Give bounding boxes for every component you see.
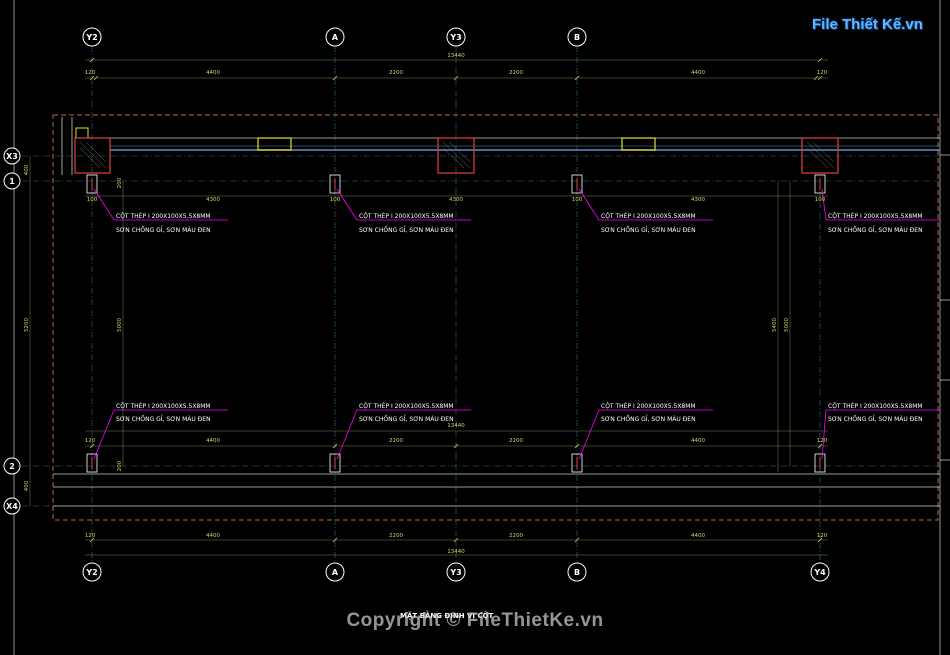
- note-line: SƠN CHỐNG GỈ, SƠN MÀU ĐEN: [828, 226, 923, 234]
- dimension-text: 4400: [206, 438, 220, 444]
- dimension-text: 5400: [772, 318, 778, 332]
- axis-label: B: [574, 568, 580, 577]
- dimension-text: 13440: [447, 549, 465, 555]
- site-logo: File Thiết Kế.vn: [808, 12, 938, 46]
- inner-dimensions: 4300 4300 4300 100 100 100 100: [87, 197, 826, 203]
- note-line: SƠN CHỐNG GỈ, SƠN MÀU ĐEN: [601, 226, 696, 234]
- dimension-text: 120: [85, 438, 96, 444]
- dimension-text: 5000: [784, 318, 790, 332]
- dimension-text: 100: [572, 197, 583, 203]
- dimension-text: 5200: [24, 318, 30, 332]
- axis-label: 1: [9, 177, 15, 186]
- logo-text: File Thiết Kế.vn: [812, 16, 923, 33]
- axis-label: A: [332, 568, 339, 577]
- axis-label: 2: [9, 462, 15, 471]
- dimension-text: 2200: [389, 533, 403, 539]
- dimension-text: 4300: [206, 197, 220, 203]
- dimension-text: 4400: [691, 533, 705, 539]
- axis-label: Y3: [449, 33, 461, 42]
- axis-label: Y3: [449, 568, 461, 577]
- top-axis-markers: Y2 A Y3 B: [82, 27, 587, 47]
- note-line: SƠN CHỐNG GỈ, SƠN MÀU ĐEN: [116, 226, 211, 234]
- window-mark: [257, 137, 292, 151]
- dimension-text: 120: [85, 533, 96, 539]
- dimension-text: 120: [817, 438, 828, 444]
- dimension-text: 13440: [447, 423, 465, 429]
- axis-label: Y4: [813, 568, 826, 577]
- axis-label: Y2: [85, 568, 97, 577]
- axis-label: X4: [6, 502, 18, 511]
- dimension-text: 4300: [691, 197, 705, 203]
- note-line: SƠN CHỐNG GỈ, SƠN MÀU ĐEN: [601, 415, 696, 423]
- dimension-text: 120: [817, 533, 828, 539]
- note-line: CỘT THÉP I 200X100X5.5X8MM: [601, 212, 696, 220]
- dimension-text: 2200: [509, 70, 523, 76]
- note-line: SƠN CHỐNG GỈ, SƠN MÀU ĐEN: [116, 415, 211, 423]
- note-line: CỘT THÉP I 200X100X5.5X8MM: [116, 402, 211, 410]
- dimension-text: 100: [815, 197, 826, 203]
- rc-column: [74, 137, 111, 174]
- dimension-text: 120: [85, 70, 96, 76]
- dimension-text: 5000: [117, 318, 123, 332]
- top-wall: [61, 117, 940, 175]
- plot-boundary: [52, 114, 939, 521]
- column-notes: CỘT THÉP I 200X100X5.5X8MM SƠN CHỐNG GỈ,…: [116, 212, 923, 423]
- dimension-text: 2200: [389, 438, 403, 444]
- axis-label: Y2: [85, 33, 97, 42]
- dimension-text: 2200: [389, 70, 403, 76]
- dimension-text: 4400: [691, 438, 705, 444]
- note-line: SƠN CHỐNG GỈ, SƠN MÀU ĐEN: [359, 415, 454, 423]
- dimension-text: 4400: [206, 533, 220, 539]
- rc-column: [801, 137, 839, 174]
- axis-label: B: [574, 33, 580, 42]
- axis-label: X3: [6, 152, 18, 161]
- bottom-axis-markers: Y2 A Y3 B Y4: [82, 562, 830, 582]
- dimension-text: 4400: [691, 70, 705, 76]
- dimension-text: 2200: [509, 438, 523, 444]
- dimension-text: 4400: [206, 70, 220, 76]
- dimension-text: 4300: [449, 197, 463, 203]
- note-line: SƠN CHỐNG GỈ, SƠN MÀU ĐEN: [359, 226, 454, 234]
- axis-label: A: [332, 33, 339, 42]
- dimension-text: 100: [87, 197, 98, 203]
- note-line: CỘT THÉP I 200X100X5.5X8MM: [116, 212, 211, 220]
- dimension-lines: [29, 59, 828, 556]
- dimension-text: 200: [117, 460, 123, 471]
- dimension-text: 200: [117, 177, 123, 188]
- note-line: CỘT THÉP I 200X100X5.5X8MM: [828, 402, 923, 410]
- note-line: CỘT THÉP I 200X100X5.5X8MM: [359, 212, 454, 220]
- drawing-frame: [13, 0, 950, 655]
- note-line: CỘT THÉP I 200X100X5.5X8MM: [828, 212, 923, 220]
- dimension-text: 120: [817, 70, 828, 76]
- note-line: CỘT THÉP I 200X100X5.5X8MM: [601, 402, 696, 410]
- cad-drawing: Y2 A Y3 B Y2 A Y3 B Y4 X3 1 2 X4 13440 1…: [3, 0, 950, 655]
- note-leaders: [93, 188, 940, 460]
- dimension-text: 13440: [447, 53, 465, 59]
- dimension-text: 400: [24, 164, 30, 175]
- note-line: SƠN CHỐNG GỈ, SƠN MÀU ĐEN: [828, 415, 923, 423]
- copyright-watermark: Copyright © FileThietKe.vn: [346, 610, 604, 631]
- note-line: CỘT THÉP I 200X100X5.5X8MM: [359, 402, 454, 410]
- left-axis-markers: X3 1 2 X4: [3, 147, 21, 515]
- bottom-wall: [53, 473, 940, 507]
- dimension-text: 400: [24, 480, 30, 491]
- window-mark: [621, 137, 656, 151]
- dimension-text: 2200: [509, 533, 523, 539]
- dimension-text: 100: [330, 197, 341, 203]
